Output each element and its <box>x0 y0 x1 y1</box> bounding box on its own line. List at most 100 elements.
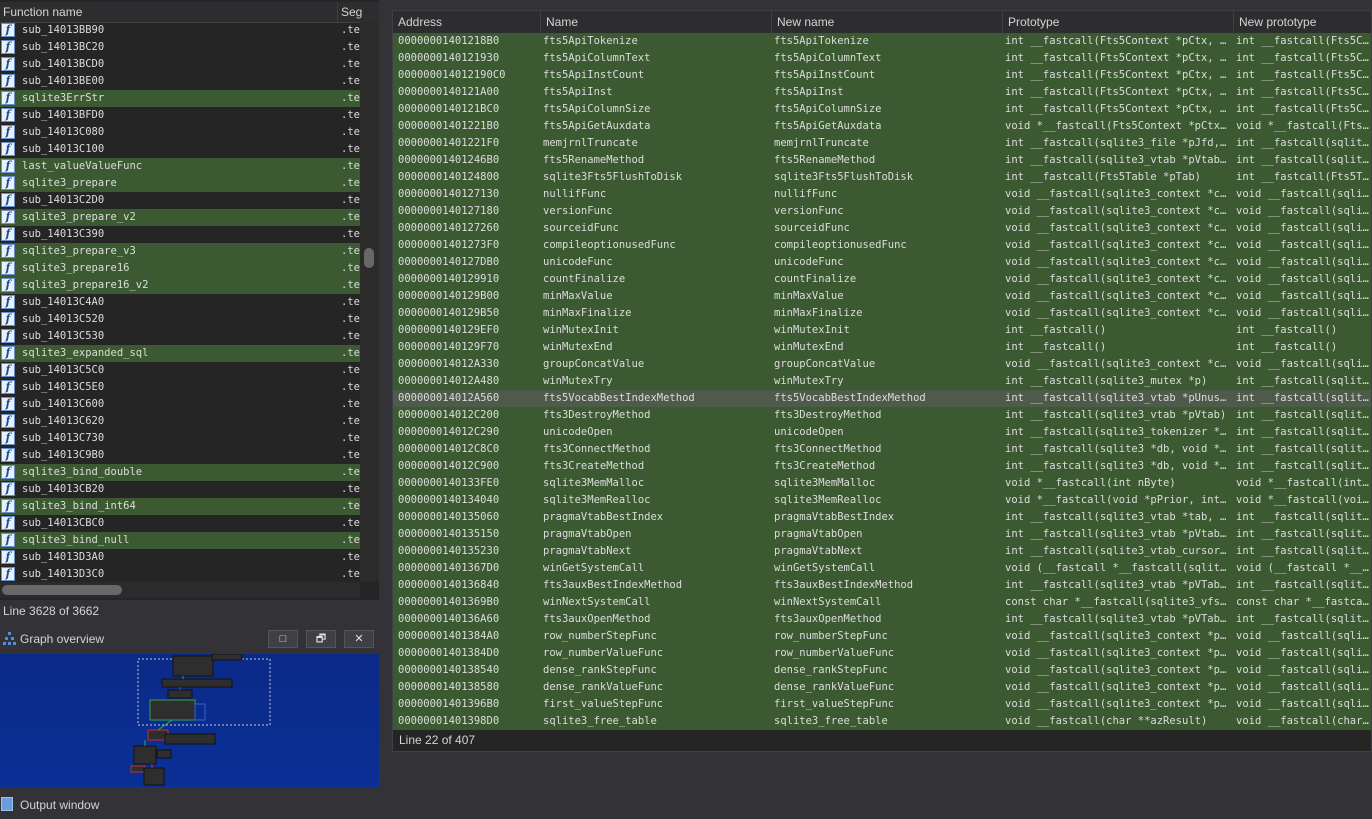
table-row[interactable]: 0000000140127260 sourceidFunc sourceidFunc… <box>393 220 1371 237</box>
function-row[interactable]: f sqlite3_bind_null .te <box>0 532 360 549</box>
function-row[interactable]: f sub_14013C530 .te <box>0 328 360 345</box>
table-row[interactable]: 000000014012C900 fts3CreateMethod fts3Crea… <box>393 458 1371 475</box>
table-row[interactable]: 00000001401246B0 fts5RenameMethod fts5Rena… <box>393 152 1371 169</box>
close-button[interactable]: ✕ <box>344 630 374 648</box>
column-new-name[interactable]: New name <box>772 11 1003 33</box>
table-row[interactable]: 0000000140129B50 minMaxFinalize minMaxFina… <box>393 305 1371 322</box>
function-row[interactable]: f sub_14013D3A0 .te <box>0 549 360 566</box>
function-row[interactable]: f sqlite3_prepare_v2 .te <box>0 209 360 226</box>
table-row[interactable]: 0000000140127180 versionFunc versionFunc vo… <box>393 203 1371 220</box>
cell-new-prototype: void *__fastcall(int nB <box>1236 477 1372 489</box>
function-row[interactable]: f sqlite3_prepare16 .te <box>0 260 360 277</box>
table-row[interactable]: 0000000140127DB0 unicodeFunc unicodeFunc vo… <box>393 254 1371 271</box>
table-row[interactable]: 00000001401384D0 row_numberValueFunc row_n… <box>393 645 1371 662</box>
table-row[interactable]: 0000000140127130 nullifFunc nullifFunc void… <box>393 186 1371 203</box>
table-row[interactable]: 00000001401384A0 row_numberStepFunc row_nu… <box>393 628 1371 645</box>
table-row[interactable]: 000000014012C200 fts3DestroyMethod fts3Des… <box>393 407 1371 424</box>
table-row[interactable]: 0000000140124800 sqlite3Fts5FlushToDisk sq… <box>393 169 1371 186</box>
table-row[interactable]: 00000001401221F0 memjrnlTruncate memjrnlTr… <box>393 135 1371 152</box>
function-row[interactable]: f sub_14013BB90 .te <box>0 22 360 39</box>
function-row[interactable]: f sub_14013C100 .te <box>0 141 360 158</box>
cell-prototype: int __fastcall(Fts5Context *pCtx, in… <box>1005 86 1230 98</box>
table-row[interactable]: 0000000140138540 dense_rankStepFunc dense_… <box>393 662 1371 679</box>
table-row[interactable]: 000000014012A480 winMutexTry winMutexTry in… <box>393 373 1371 390</box>
table-row[interactable]: 0000000140129B00 minMaxValue minMaxValue vo… <box>393 288 1371 305</box>
function-row[interactable]: f last_valueValueFunc .te <box>0 158 360 175</box>
function-row[interactable]: f sub_14013C600 .te <box>0 396 360 413</box>
function-row[interactable]: f sub_14013C5C0 .te <box>0 362 360 379</box>
table-row[interactable]: 000000014012C8C0 fts3ConnectMethod fts3Con… <box>393 441 1371 458</box>
cell-name: fts5VocabBestIndexMethod <box>543 392 695 404</box>
table-row[interactable]: 00000001401221B0 fts5ApiGetAuxdata fts5Api… <box>393 118 1371 135</box>
table-row[interactable]: 0000000140129EF0 winMutexInit winMutexInit… <box>393 322 1371 339</box>
table-row[interactable]: 0000000140135060 pragmaVtabBestIndex pragm… <box>393 509 1371 526</box>
table-row[interactable]: 0000000140129F70 winMutexEnd winMutexEnd in… <box>393 339 1371 356</box>
table-row[interactable]: 000000014012A330 groupConcatValue groupCon… <box>393 356 1371 373</box>
function-row[interactable]: f sqlite3_prepare16_v2 .te <box>0 277 360 294</box>
table-row[interactable]: 00000001401367D0 winGetSystemCall winGetSy… <box>393 560 1371 577</box>
function-row[interactable]: f sub_14013BE00 .te <box>0 73 360 90</box>
table-row[interactable]: 000000014012C290 unicodeOpen unicodeOpen in… <box>393 424 1371 441</box>
graph-overview-canvas[interactable] <box>0 654 379 787</box>
function-row[interactable]: f sqlite3_expanded_sql .te <box>0 345 360 362</box>
function-row[interactable]: f sub_14013C9B0 .te <box>0 447 360 464</box>
table-row[interactable]: 00000001401369B0 winNextSystemCall winNext… <box>393 594 1371 611</box>
function-segment: .te <box>341 313 360 325</box>
function-row[interactable]: f sub_14013C390 .te <box>0 226 360 243</box>
function-row[interactable]: f sub_14013C620 .te <box>0 413 360 430</box>
function-row[interactable]: f sub_14013C5E0 .te <box>0 379 360 396</box>
function-row[interactable]: f sub_14013CB20 .te <box>0 481 360 498</box>
output-window-tab[interactable]: Output window <box>0 795 379 817</box>
table-row[interactable]: 000000014012A560 fts5VocabBestIndexMethod… <box>393 390 1371 407</box>
table-row[interactable]: 0000000140138580 dense_rankValueFunc dense… <box>393 679 1371 696</box>
function-row[interactable]: f sqlite3ErrStr .te <box>0 90 360 107</box>
function-row[interactable]: f sub_14013C4A0 .te <box>0 294 360 311</box>
function-icon: f <box>1 550 15 564</box>
column-new-prototype[interactable]: New prototype <box>1234 11 1371 33</box>
function-row[interactable]: f sub_14013BC20 .te <box>0 39 360 56</box>
maximize-button[interactable]: □ <box>268 630 298 648</box>
function-row[interactable]: f sqlite3_prepare_v3 .te <box>0 243 360 260</box>
function-row[interactable]: f sub_14013C730 .te <box>0 430 360 447</box>
restore-button[interactable]: 🗗 <box>306 630 336 648</box>
column-separator[interactable] <box>337 2 338 22</box>
scrollbar-thumb[interactable] <box>2 585 122 595</box>
table-row[interactable]: 00000001401396B0 first_valueStepFunc first… <box>393 696 1371 713</box>
function-row[interactable]: f sub_14013BCD0 .te <box>0 56 360 73</box>
table-row[interactable]: 0000000140129910 countFinalize countFinali… <box>393 271 1371 288</box>
function-row[interactable]: f sub_14013C080 .te <box>0 124 360 141</box>
table-row[interactable]: 0000000140134040 sqlite3MemRealloc sqlite3… <box>393 492 1371 509</box>
table-row[interactable]: 0000000140136840 fts3auxBestIndexMethod ft… <box>393 577 1371 594</box>
column-address[interactable]: Address <box>393 11 541 33</box>
function-row[interactable]: f sub_14013D3C0 .te <box>0 566 360 583</box>
function-row[interactable]: f sub_14013BFD0 .te <box>0 107 360 124</box>
table-row[interactable]: 00000001401218B0 fts5ApiTokenize fts5ApiTo… <box>393 33 1371 50</box>
table-row[interactable]: 0000000140135150 pragmaVtabOpen pragmaVtab… <box>393 526 1371 543</box>
table-row[interactable]: 0000000140121A00 fts5ApiInst fts5ApiInst in… <box>393 84 1371 101</box>
cell-prototype: int __fastcall(sqlite3_vtab *pUnused… <box>1005 392 1230 404</box>
scrollbar-thumb[interactable] <box>364 248 374 268</box>
table-row[interactable]: 0000000140135230 pragmaVtabNext pragmaVtab… <box>393 543 1371 560</box>
cell-address: 0000000140127260 <box>398 222 500 234</box>
cell-name: pragmaVtabNext <box>543 545 632 557</box>
column-segment[interactable]: Seg <box>341 5 362 19</box>
table-row[interactable]: 0000000140133FE0 sqlite3MemMalloc sqlite3M… <box>393 475 1372 492</box>
function-row[interactable]: f sub_14013C520 .te <box>0 311 360 328</box>
table-row[interactable]: 0000000140136A60 fts3auxOpenMethod fts3aux… <box>393 611 1371 628</box>
cell-new-name: memjrnlTruncate <box>774 137 869 149</box>
function-row[interactable]: f sqlite3_bind_int64 .te <box>0 498 360 515</box>
table-row[interactable]: 0000000140121930 fts5ApiColumnText fts5Api… <box>393 50 1371 67</box>
functions-vertical-scrollbar[interactable] <box>360 22 379 582</box>
table-row[interactable]: 00000001401398D0 sqlite3_free_table sqlite… <box>393 713 1371 730</box>
table-row[interactable]: 00000001401273F0 compileoptionusedFunc com… <box>393 237 1371 254</box>
function-row[interactable]: f sqlite3_bind_double .te <box>0 464 360 481</box>
function-row[interactable]: f sub_14013CBC0 .te <box>0 515 360 532</box>
functions-horizontal-scrollbar[interactable] <box>0 582 360 598</box>
table-row[interactable]: 000000014012190C0 fts5ApiInstCount fts5Api… <box>393 67 1371 84</box>
column-name[interactable]: Name <box>541 11 772 33</box>
function-row[interactable]: f sqlite3_prepare .te <box>0 175 360 192</box>
table-row[interactable]: 0000000140121BC0 fts5ApiColumnSize fts5Api… <box>393 101 1371 118</box>
column-prototype[interactable]: Prototype <box>1003 11 1234 33</box>
column-function-name[interactable]: Function name <box>3 5 82 19</box>
function-row[interactable]: f sub_14013C2D0 .te <box>0 192 360 209</box>
